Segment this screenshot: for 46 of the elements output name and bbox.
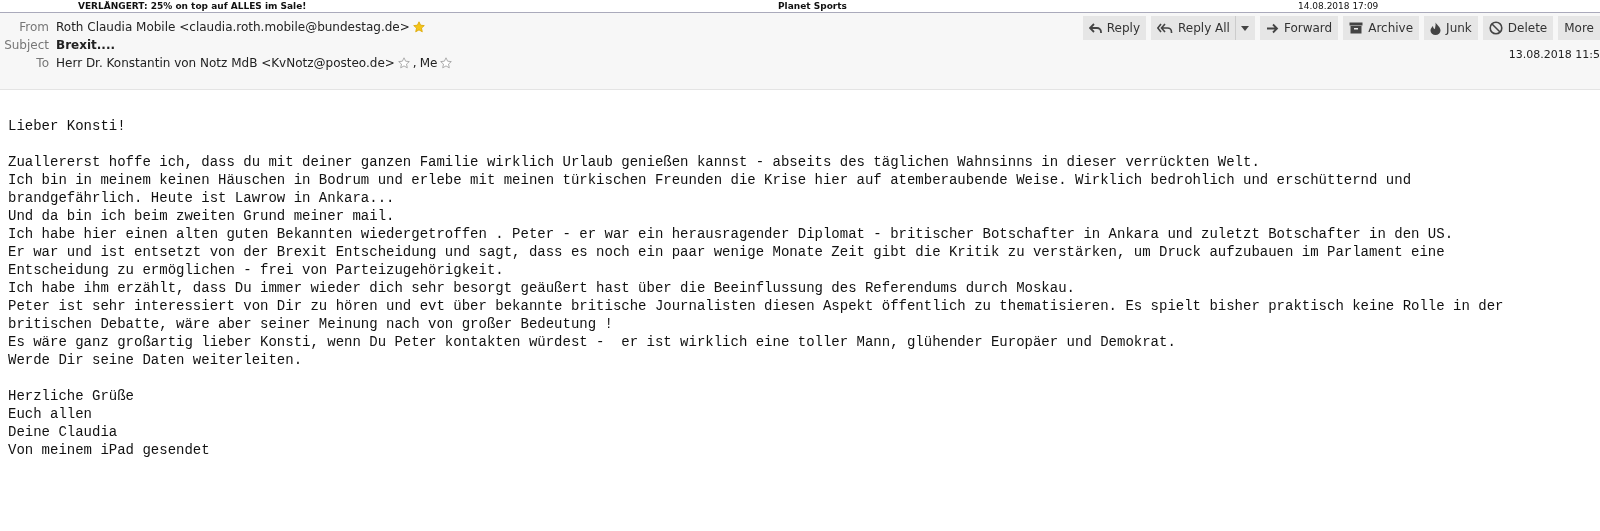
field-label: To: [35, 56, 49, 70]
body-text-line: Entscheidung zu ermöglichen - frei von Parteizugehörigkeit.: [8, 261, 505, 279]
forward-button[interactable]: Forward: [1259, 16, 1339, 40]
archive-button[interactable]: Archive: [1343, 16, 1420, 40]
outline-star-icon[interactable]: [440, 57, 453, 69]
body-text-line: Es wäre ganz großartig lieber Konsti, wenn Du Peter kontakten würdest - er ist wirklich eine toller Mann, glühender Europäer und Demokrat.: [8, 333, 1177, 351]
dropdown-caret-icon[interactable]: [1234, 16, 1249, 40]
body-text-line: Herzliche Grüße: [8, 387, 136, 405]
message-date: 13.08.2018 11:5: [1508, 48, 1600, 61]
body-text-line: Lieber Konsti!: [8, 117, 127, 135]
body-text-line: Deine Claudia: [8, 423, 119, 441]
body-text-line: Ich habe ihm erzählt, dass Du immer wieder dich sehr besorgt geäußert hast über die Beeinflussung des Referendums durch Moskau.: [8, 279, 1076, 297]
message-sender[interactable]: Planet Sports: [778, 0, 1298, 12]
reply-arrow-icon: [1088, 22, 1102, 34]
subject-text: Brexit....: [56, 38, 116, 52]
reply-all-button[interactable]: Reply All: [1151, 16, 1255, 40]
recipient-address[interactable]: Herr Dr. Konstantin von Notz MdB <KvNotz@posteo.de>: [56, 56, 395, 70]
junk-button[interactable]: Junk: [1424, 16, 1478, 40]
body-text-line: brandgefährlich. Heute ist Lawrow in Ankara...: [8, 189, 396, 207]
reply-button[interactable]: Reply: [1082, 16, 1146, 40]
outline-star-icon[interactable]: [397, 57, 410, 69]
body-text-line: Peter ist sehr interessiert von Dir zu hören und evt über bekannte britische Journalisten diesen Aspekt öffentlich zu thematisieren. Es spielt bisher praktisch keine Rolle in der: [8, 297, 1505, 315]
archive-box-icon: [1349, 22, 1364, 34]
body-text-line: Von meinem iPad gesendet: [8, 441, 211, 459]
body-text-line: Ich bin in meinem keinen Häuschen in Bodrum und erlebe mit meinen türkischen Freunden die Krise hier auf atemberaubende Weise. Wirklich bedrohlich und erschütternd und: [8, 171, 1413, 189]
body-text-line: Er war und ist entsetzt von der Brexit Entscheidung und sagt, dass es noch ein paar wenige Monate Zeit gibt die Kritik zu verstärken, um Druck aufzubauen im Parlament eine: [8, 243, 1446, 261]
prohibited-circle-icon: [1488, 21, 1503, 35]
body-text-line: Zuallererst hoffe ich, dass du mit deiner ganzen Familie wirklich Urlaub genießen kannst - abseits des täglichen Wahnsinns in dieser verrückten Welt.: [8, 153, 1261, 171]
body-text-line: Ich habe hier einen alten guten Bekannten wiedergetroffen . Peter - er war ein herausragender Diplomat - britischer Botschafter in Ankara und zuletzt Botschafter in den US.: [8, 225, 1455, 243]
recipient-address[interactable]: Me: [419, 56, 438, 70]
body-text-line: Und da bin ich beim zweiten Grund meiner mail.: [8, 207, 396, 225]
message-subject[interactable]: VERLÄNGERT: 25% on top auf ALLES im Sale!: [78, 0, 778, 12]
body-text-line: Euch allen: [8, 405, 93, 423]
separator-text: ,: [412, 56, 417, 70]
body-text-line: Werde Dir seine Daten weiterleiten.: [8, 351, 304, 369]
filled-star-icon[interactable]: [412, 21, 425, 33]
message-date[interactable]: 14.08.2018 17:09: [1298, 0, 1379, 12]
reply-all-arrow-icon: [1157, 22, 1173, 34]
field-label: Subject: [3, 38, 49, 52]
body-text-line: britischen Debatte, wäre aber seiner Meinung nach von großer Bedeutung !: [8, 315, 614, 333]
more-button[interactable]: More: [1558, 16, 1600, 40]
right-arrow-icon: [1265, 22, 1279, 34]
flame-icon: [1430, 21, 1442, 35]
field-label: From: [18, 20, 49, 34]
delete-button[interactable]: Delete: [1482, 16, 1554, 40]
sender-address[interactable]: Roth Claudia Mobile <claudia.roth.mobile@bundestag.de>: [56, 20, 410, 34]
